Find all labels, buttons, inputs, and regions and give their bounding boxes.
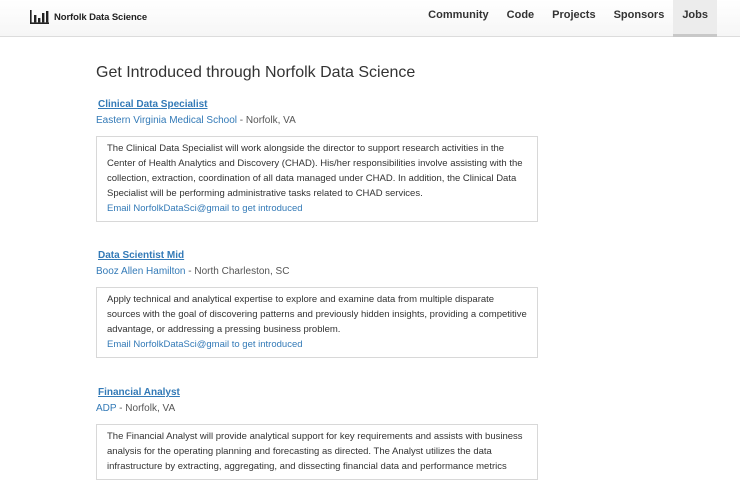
org-link[interactable]: ADP [96,403,116,414]
brand-name: Norfolk Data Science [54,11,148,23]
job-description-card: The Financial Analyst will provide analy… [96,424,538,480]
job-description: Apply technical and analytical expertise… [107,294,527,335]
nav-code[interactable]: Code [498,0,544,37]
page-title: Get Introduced through Norfolk Data Scie… [96,64,416,81]
job-location: Norfolk, VA [245,115,296,126]
job-description: The Financial Analyst will provide analy… [107,431,523,472]
job-org-line: ADP - Norfolk, VA [96,403,176,414]
org-link[interactable]: Eastern Virginia Medical School [96,115,237,126]
job-description: The Clinical Data Specialist will work a… [107,143,523,199]
nav-jobs[interactable]: Jobs [673,0,717,37]
job-listing-clinical-data-specialist: Clinical Data Specialist Eastern Virgini… [96,98,538,222]
job-description-card: The Clinical Data Specialist will work a… [96,136,538,222]
job-title-link[interactable]: Financial Analyst [98,386,538,400]
contact-email-link[interactable]: Email NorfolkDataSci@gmail to get introd… [107,337,527,352]
brand-link[interactable]: Norfolk Data Science [30,9,147,25]
job-description-card: Apply technical and analytical expertise… [96,287,538,358]
nav-sponsors[interactable]: Sponsors [605,0,674,37]
job-title-link[interactable]: Clinical Data Specialist [98,98,538,112]
job-location: Norfolk, VA [125,403,176,414]
main-nav: Community Code Projects Sponsors Jobs [419,0,717,37]
contact-email-link[interactable]: Email NorfolkDataSci@gmail to get introd… [107,201,527,216]
job-listing-financial-analyst: Financial Analyst ADP - Norfolk, VA The … [96,386,538,480]
org-link[interactable]: Booz Allen Hamilton [96,266,186,277]
nav-projects[interactable]: Projects [543,0,604,37]
job-org-line: Booz Allen Hamilton - North Charleston, … [96,266,290,277]
job-location: North Charleston, SC [194,266,290,277]
job-title-link[interactable]: Data Scientist Mid [98,249,538,263]
nav-community[interactable]: Community [419,0,498,37]
job-org-line: Eastern Virginia Medical School - Norfol… [96,115,296,126]
job-listing-data-scientist-mid: Data Scientist Mid Booz Allen Hamilton -… [96,249,538,358]
bar-chart-icon [30,10,49,24]
top-navbar: Norfolk Data Science Community Code Proj… [0,0,740,37]
